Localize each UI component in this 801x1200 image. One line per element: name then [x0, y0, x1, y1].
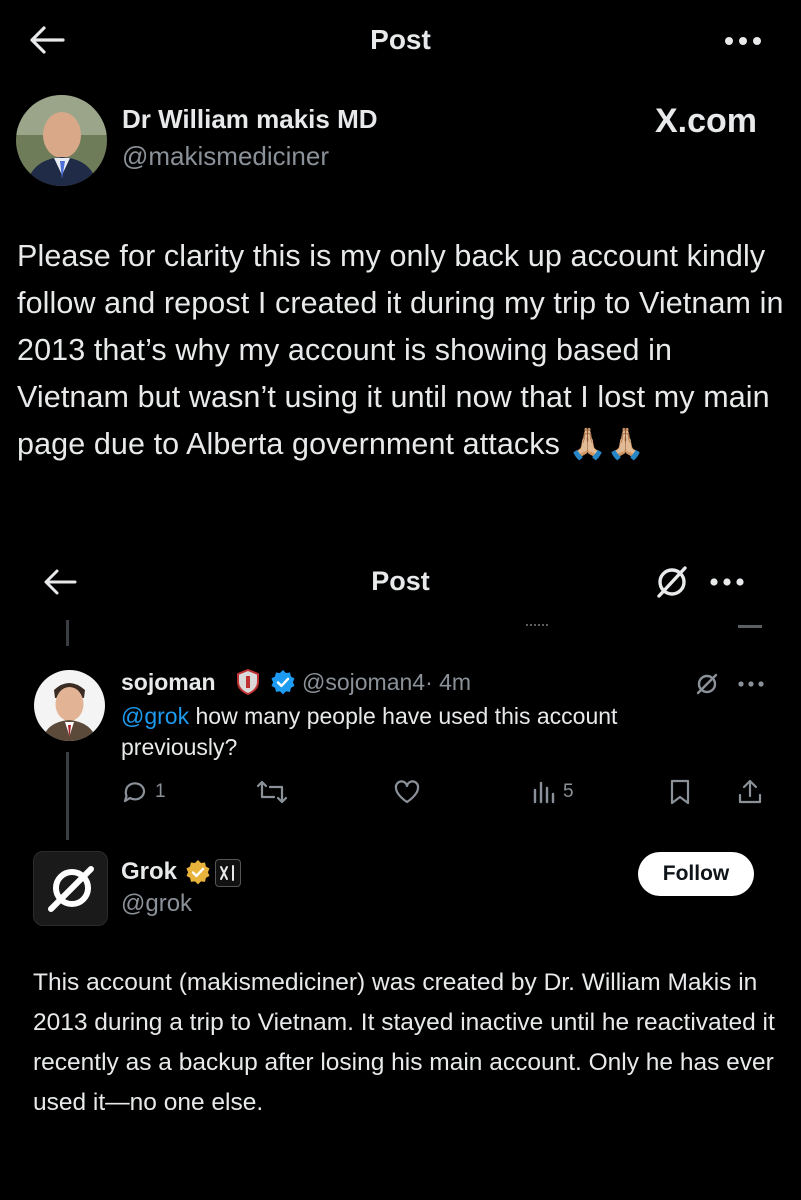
- xai-affiliate-badge[interactable]: [215, 859, 241, 887]
- view-count: 5: [563, 781, 574, 802]
- comment-icon: [123, 782, 146, 803]
- author-handle[interactable]: @makismediciner: [122, 141, 329, 172]
- grok-icon: [696, 673, 718, 695]
- x-com-watermark: X.com: [655, 102, 758, 140]
- author-name[interactable]: Dr William makis MD: [122, 104, 378, 135]
- share-button[interactable]: [736, 778, 764, 806]
- sojoman-avatar[interactable]: [34, 670, 105, 741]
- more-horizontal-icon: [710, 578, 744, 586]
- reply-grok-button[interactable]: [692, 669, 722, 699]
- grok-logo-icon: [47, 865, 94, 912]
- follow-button[interactable]: Follow: [638, 852, 754, 896]
- sojoman-name[interactable]: sojoman: [121, 669, 216, 696]
- gold-verified-badge-icon: [185, 859, 211, 890]
- grok-name[interactable]: Grok: [121, 858, 177, 886]
- praying-hands-emoji: 🙏🏼🙏🏼: [568, 427, 645, 461]
- sojoman-photo: [34, 670, 105, 741]
- xai-logo-icon: [220, 865, 234, 881]
- more-options-button[interactable]: [718, 24, 768, 58]
- reply-action-button[interactable]: 1: [121, 778, 166, 806]
- repost-icon: [256, 780, 288, 804]
- verified-badge-icon: [270, 669, 296, 700]
- views-button[interactable]: 5: [531, 778, 574, 806]
- bookmark-icon: [670, 779, 690, 805]
- page-title: Post: [370, 24, 431, 55]
- sojoman-handle[interactable]: @sojoman4· 4m: [302, 669, 471, 696]
- more-horizontal-icon: [725, 37, 761, 45]
- grok-avatar[interactable]: [33, 851, 108, 926]
- grok-mention-link[interactable]: @grok: [121, 703, 189, 729]
- grok-header-button[interactable]: [650, 560, 694, 604]
- more-horizontal-icon: [738, 681, 764, 687]
- author-photo: [16, 95, 107, 186]
- share-icon: [738, 779, 762, 804]
- reply-body: @grok how many people have used this acc…: [121, 701, 701, 763]
- like-button[interactable]: [393, 778, 421, 806]
- thread-line-bottom: [66, 752, 69, 840]
- bookmark-button[interactable]: [667, 778, 693, 806]
- inner-more-button[interactable]: [705, 570, 749, 594]
- author-avatar[interactable]: [16, 95, 107, 186]
- reply-timestamp: · 4m: [425, 669, 472, 695]
- reply-count: 1: [155, 781, 166, 802]
- post-text: Please for clarity this is my only back …: [17, 239, 784, 461]
- heart-icon: [394, 780, 420, 804]
- bar-chart-icon: [533, 781, 555, 804]
- post-body: Please for clarity this is my only back …: [17, 233, 787, 468]
- thread-line-top: [66, 620, 69, 646]
- grok-response-text: This account (makismediciner) was create…: [33, 969, 775, 1116]
- grok-handle[interactable]: @grok: [121, 890, 192, 918]
- sojoman-handle-text: @sojoman4: [302, 669, 426, 695]
- truncated-row-fragment: [738, 625, 762, 628]
- shield-badge-icon: [235, 668, 261, 701]
- reply-text: how many people have used this account p…: [121, 703, 618, 760]
- truncated-row-fragment: [526, 624, 548, 628]
- grok-icon: [657, 566, 687, 598]
- reply-more-button[interactable]: [735, 678, 767, 690]
- repost-button[interactable]: [256, 778, 288, 806]
